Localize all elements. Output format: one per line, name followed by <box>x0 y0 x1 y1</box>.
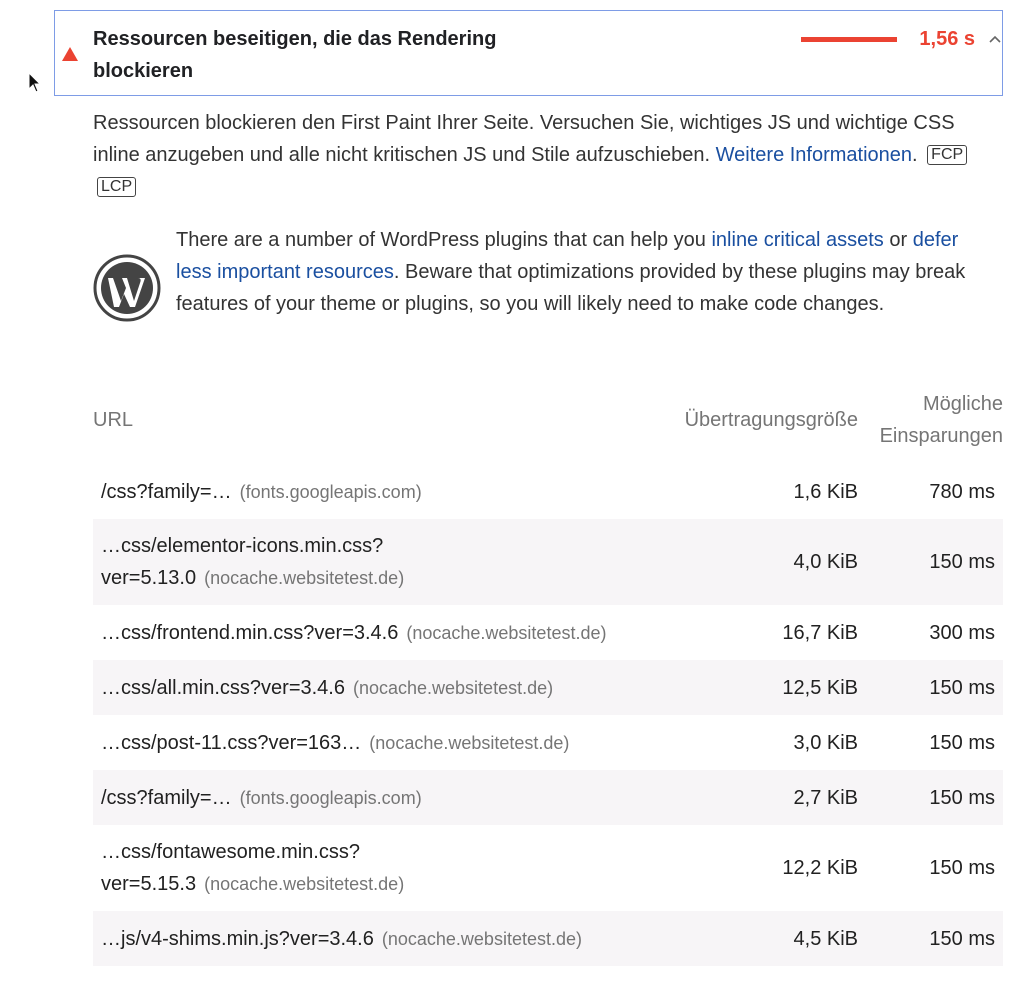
row-size: 16,7 KiB <box>782 621 858 644</box>
row-url-cell: /css?family=… (fonts.googleapis.com) <box>101 782 661 814</box>
row-url-cell: …js/v4-shims.min.js?ver=3.4.6 (nocache.we… <box>101 923 661 955</box>
row-savings: 780 ms <box>929 480 995 503</box>
audit-value: 1,56 s <box>919 28 975 50</box>
row-url[interactable]: …css/fontawesome.min.css? <box>101 841 360 863</box>
row-url[interactable]: …css/all.min.css?ver=3.4.6 <box>101 677 345 699</box>
row-url-cell: …css/fontawesome.min.css? ver=5.15.3 (noca… <box>101 836 661 900</box>
row-origin: (fonts.googleapis.com) <box>239 787 422 808</box>
inline-critical-assets-link[interactable]: inline critical assets <box>711 229 883 251</box>
table-row: /css?family=… (fonts.googleapis.com) 2,7 … <box>93 770 1003 825</box>
column-header-savings-line-1: Mögliche <box>922 393 1003 415</box>
audit-description: Ressourcen blockieren den First Paint Ih… <box>93 107 973 203</box>
row-url[interactable]: …css/frontend.min.css?ver=3.4.6 <box>101 622 398 644</box>
row-origin: (fonts.googleapis.com) <box>239 481 422 502</box>
row-origin: (nocache.websitetest.de) <box>381 928 582 949</box>
audit-score-bar <box>801 37 897 42</box>
row-url-cell: …css/frontend.min.css?ver=3.4.6 (nocache.… <box>101 617 661 649</box>
table-row: /css?family=… (fonts.googleapis.com) 1,6 … <box>93 464 1003 519</box>
row-size: 2,7 KiB <box>793 786 858 809</box>
row-origin: (nocache.websitetest.de) <box>204 874 405 894</box>
table-row: …css/frontend.min.css?ver=3.4.6 (nocache.… <box>93 605 1003 660</box>
chevron-up-icon[interactable] <box>988 34 1002 44</box>
mouse-cursor-icon <box>28 72 42 93</box>
column-header-savings: Mögliche Einsparungen <box>863 388 1003 452</box>
fail-triangle-icon <box>62 47 78 61</box>
column-header-url: URL <box>93 409 134 431</box>
table-row: …css/all.min.css?ver=3.4.6 (nocache.websi… <box>93 660 1003 715</box>
row-origin: (nocache.websitetest.de) <box>204 568 405 588</box>
stack-pack-text-2: or <box>889 229 908 251</box>
table-row: …css/fontawesome.min.css? ver=5.15.3 (noca… <box>93 825 1003 911</box>
row-size: 4,5 KiB <box>793 927 858 950</box>
metric-tag-lcp: LCP <box>97 177 137 197</box>
row-savings: 150 ms <box>929 676 995 699</box>
row-savings: 150 ms <box>929 786 995 809</box>
row-size: 4,0 KiB <box>793 551 858 573</box>
row-url[interactable]: …js/v4-shims.min.js?ver=3.4.6 <box>101 928 374 950</box>
table-row: …js/v4-shims.min.js?ver=3.4.6 (nocache.we… <box>93 911 1003 966</box>
stack-pack-text: There are a number of WordPress plugins … <box>176 224 986 320</box>
row-size: 12,5 KiB <box>782 676 858 699</box>
row-url-cell: …css/all.min.css?ver=3.4.6 (nocache.websi… <box>101 672 661 704</box>
table-header: URL Übertragungsgröße Mögliche Einsparun… <box>93 388 1003 464</box>
row-url-continued[interactable]: ver=5.13.0 <box>101 567 196 589</box>
stack-pack: There are a number of WordPress plugins … <box>93 224 1003 354</box>
row-savings: 150 ms <box>929 857 995 879</box>
description-period: . <box>912 144 918 166</box>
audit-title: Ressourcen beseitigen, die das Rendering… <box>93 28 497 82</box>
row-url[interactable]: /css?family=… <box>101 787 232 809</box>
row-savings: 150 ms <box>929 551 995 573</box>
row-savings: 150 ms <box>929 927 995 950</box>
metric-tag-fcp: FCP <box>927 145 968 165</box>
column-header-savings-line-2: Einsparungen <box>879 425 1003 447</box>
resources-table: URL Übertragungsgröße Mögliche Einsparun… <box>93 388 1003 966</box>
audit-header[interactable]: Ressourcen beseitigen, die das Rendering… <box>54 10 1003 96</box>
row-origin: (nocache.websitetest.de) <box>352 677 554 698</box>
row-url-continued[interactable]: ver=5.15.3 <box>101 873 196 895</box>
column-header-size: Übertragungsgröße <box>684 409 858 431</box>
row-size: 1,6 KiB <box>793 480 858 503</box>
row-savings: 150 ms <box>929 731 995 754</box>
row-origin: (nocache.websitetest.de) <box>369 732 570 753</box>
row-url-cell: …css/post-11.css?ver=163… (nocache.websit… <box>101 727 661 759</box>
table-row: …css/elementor-icons.min.css? ver=5.13.0 (… <box>93 519 1003 605</box>
row-origin: (nocache.websitetest.de) <box>406 622 607 643</box>
row-size: 12,2 KiB <box>782 857 858 879</box>
learn-more-link[interactable]: Weitere Informationen <box>716 144 912 166</box>
row-url[interactable]: /css?family=… <box>101 481 232 503</box>
stack-pack-text-1: There are a number of WordPress plugins … <box>176 229 706 251</box>
row-savings: 300 ms <box>929 621 995 644</box>
row-url-cell: /css?family=… (fonts.googleapis.com) <box>101 476 661 508</box>
row-size: 3,0 KiB <box>793 731 858 754</box>
row-url[interactable]: …css/post-11.css?ver=163… <box>101 732 361 754</box>
row-url-cell: …css/elementor-icons.min.css? ver=5.13.0 (… <box>101 530 661 594</box>
row-url[interactable]: …css/elementor-icons.min.css? <box>101 535 383 557</box>
wordpress-icon <box>93 254 161 322</box>
table-row: …css/post-11.css?ver=163… (nocache.websit… <box>93 715 1003 770</box>
